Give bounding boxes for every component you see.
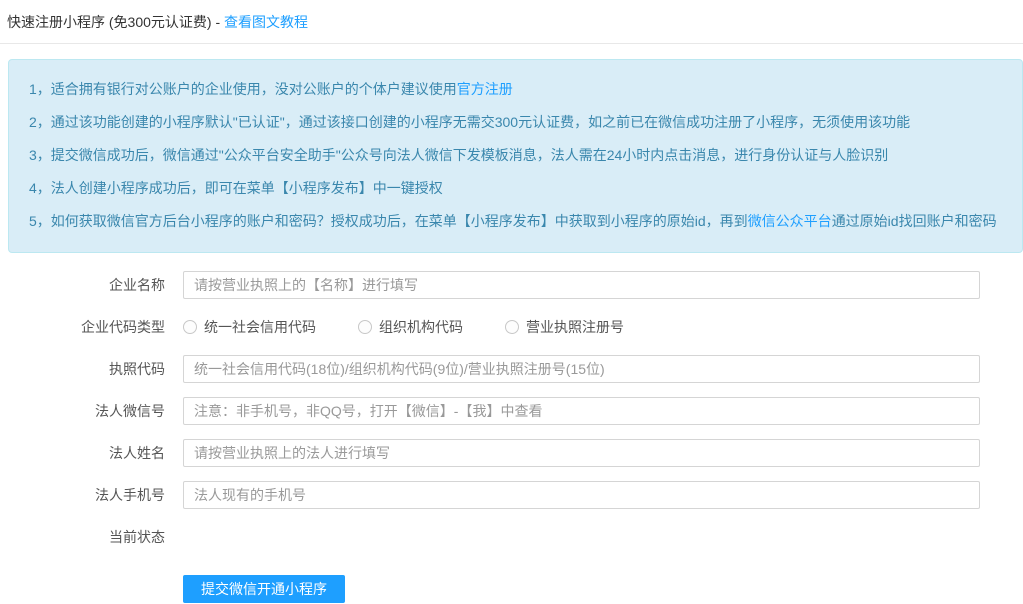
legal-name-label: 法人姓名 [109,445,165,461]
license-code-label: 执照代码 [109,361,165,377]
license-code-row: 执照代码 [0,355,1023,383]
official-register-link[interactable]: 官方注册 [457,81,513,97]
notice-line-2-text: 2，通过该功能创建的小程序默认"已认证"，通过该接口创建的小程序无需交300元认… [29,114,911,130]
code-type-label: 企业代码类型 [81,319,165,335]
radio-option-license-number[interactable]: 营业执照注册号 [505,313,624,341]
company-name-input[interactable] [183,271,980,299]
wechat-platform-link[interactable]: 微信公众平台 [748,213,832,229]
legal-phone-row: 法人手机号 [0,481,1023,509]
notice-line-4: 4，法人创建小程序成功后，即可在菜单【小程序发布】中一键授权 [29,172,1002,205]
notice-line-3: 3，提交微信成功后，微信通过"公众平台安全助手"公众号向法人微信下发模板消息，法… [29,139,1002,172]
notice-line-5-suffix: 通过原始id找回账户和密码 [831,213,997,229]
radio-icon[interactable] [505,320,519,334]
page-title: 快速注册小程序 (免300元认证费) - [7,14,225,30]
legal-name-row: 法人姓名 [0,439,1023,467]
radio-label: 统一社会信用代码 [204,319,316,335]
radio-label: 营业执照注册号 [526,319,624,335]
tutorial-link[interactable]: 查看图文教程 [224,14,308,30]
notice-line-1-text: 1，适合拥有银行对公账户的企业使用，没对公账户的个体户建议使用 [29,81,457,97]
radio-icon[interactable] [183,320,197,334]
register-form: 企业名称 企业代码类型 统一社会信用代码 组织机构代码 营业执照注册号 执照代码… [0,271,1023,603]
notice-line-4-text: 4，法人创建小程序成功后，即可在菜单【小程序发布】中一键授权 [29,180,443,196]
radio-option-credit-code[interactable]: 统一社会信用代码 [183,313,316,341]
notice-box: 1，适合拥有银行对公账户的企业使用，没对公账户的个体户建议使用官方注册 2，通过… [8,59,1023,253]
notice-line-3-text: 3，提交微信成功后，微信通过"公众平台安全助手"公众号向法人微信下发模板消息，法… [29,147,889,163]
notice-line-1: 1，适合拥有银行对公账户的企业使用，没对公账户的个体户建议使用官方注册 [29,73,1002,106]
radio-icon[interactable] [358,320,372,334]
license-code-input[interactable] [183,355,980,383]
notice-line-5: 5，如何获取微信官方后台小程序的账户和密码？授权成功后，在菜单【小程序发布】中获… [29,205,1002,238]
company-name-row: 企业名称 [0,271,1023,299]
legal-wechat-input[interactable] [183,397,980,425]
current-status-row: 当前状态 [0,523,1023,551]
radio-label: 组织机构代码 [379,319,463,335]
notice-line-5-text: 5，如何获取微信官方后台小程序的账户和密码？授权成功后，在菜单【小程序发布】中获… [29,213,748,229]
legal-name-input[interactable] [183,439,980,467]
legal-wechat-row: 法人微信号 [0,397,1023,425]
company-name-label: 企业名称 [109,277,165,293]
legal-phone-label: 法人手机号 [95,487,165,503]
page-header: 快速注册小程序 (免300元认证费) - 查看图文教程 [0,0,1023,43]
header-divider [0,43,1023,44]
legal-phone-input[interactable] [183,481,980,509]
code-type-radio-group: 统一社会信用代码 组织机构代码 营业执照注册号 [183,313,666,341]
code-type-row: 企业代码类型 统一社会信用代码 组织机构代码 营业执照注册号 [0,313,1023,341]
radio-option-org-code[interactable]: 组织机构代码 [358,313,463,341]
legal-wechat-label: 法人微信号 [95,403,165,419]
submit-button[interactable]: 提交微信开通小程序 [183,575,345,603]
notice-line-2: 2，通过该功能创建的小程序默认"已认证"，通过该接口创建的小程序无需交300元认… [29,106,1002,139]
current-status-label: 当前状态 [109,529,165,545]
submit-row: 提交微信开通小程序 [183,575,1023,603]
